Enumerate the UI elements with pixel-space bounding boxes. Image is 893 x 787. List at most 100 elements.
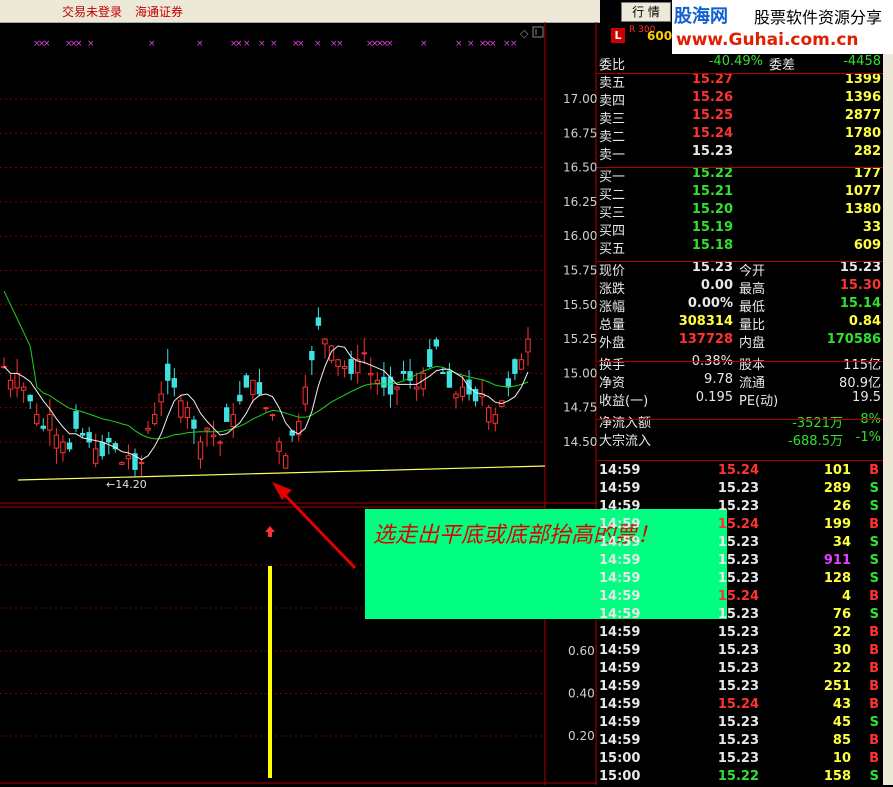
candle-body [165,363,171,381]
candle-body [361,352,367,355]
candle-body [125,455,132,460]
price-tick-label: 14.75 [563,401,597,415]
candle-body [191,419,197,429]
tick-price: 15.23 [717,679,759,694]
price-tick-label: 15.50 [563,298,597,312]
bid-row[interactable]: 买二 15.21 1077 [597,184,883,203]
candle-body [413,386,420,390]
tick-time: 14:59 [599,535,641,550]
tick-time: 14:59 [599,463,641,478]
signal-mark: × [43,39,51,49]
tick-side: S [869,715,879,730]
candle-body [433,339,440,347]
quote-button[interactable]: 行 情 [621,2,671,22]
tick-volume: 34 [832,535,851,550]
tick-time: 14:59 [599,643,641,658]
bid-row[interactable]: 买四 15.19 33 [597,220,883,239]
tick-price: 15.23 [717,751,759,766]
candle-body [53,434,60,449]
tick-row: 14:59 15.23 26 S [597,499,883,517]
tick-list[interactable]: 14:59 15.24 101 B 14:59 15.23 289 S 14:5… [597,463,883,787]
bid-volume: 1077 [844,184,881,199]
stat-label: 量比 [739,318,766,333]
quote-panel: 委比 -40.49% 委差 -4458 卖五 15.27 1399 卖四 15.… [597,54,883,449]
candle-body [197,441,204,460]
flow-label: 大宗流入 [599,434,652,449]
tick-price: 15.23 [717,499,759,514]
tick-volume: 43 [832,697,851,712]
bid-row[interactable]: 买一 15.22 177 [597,166,883,185]
candle-body [328,345,335,361]
tick-volume: 158 [823,769,851,784]
stat-value: 0.84 [848,314,881,329]
candle-body [525,338,531,353]
stat-label: 内盘 [739,336,766,351]
bid-row[interactable]: 买五 15.18 609 [597,238,883,257]
signal-mark: × [489,39,497,49]
bid-price: 15.19 [691,220,733,235]
signal-mark: × [258,39,266,49]
candle-body [243,375,250,388]
price-tick-label: 16.50 [563,161,597,175]
tick-time: 14:59 [599,733,641,748]
tick-time: 14:59 [599,553,641,568]
price-tick-label: 16.00 [563,229,597,243]
ask-row[interactable]: 卖二 15.24 1780 [597,126,883,145]
stock-code[interactable]: 600 [647,29,672,43]
candle-body [269,414,276,417]
candle-body [224,407,230,422]
bid-price: 15.21 [691,184,733,199]
stat-row: 总量 308314 量比 0.84 [597,314,883,333]
candle-body [66,442,73,450]
ask-row[interactable]: 卖三 15.25 2877 [597,108,883,127]
tick-side: B [869,697,879,712]
stat-row: 外盘 137728 内盘 170586 [597,332,883,351]
stat-label: 外盘 [599,336,626,351]
kline-chart[interactable]: ◇ ××× ××× × × × ×× × × × ×× × ×× ××××× × × × ××× × × 17.00… [0,22,597,785]
stat-value: 19.5 [852,390,881,405]
right-toolbar[interactable] [883,54,893,785]
ratio-value: -40.49% [708,54,763,69]
candle-body [322,338,328,345]
tick-row: 14:59 15.24 4 B [597,589,883,607]
stat-label: 总量 [599,318,626,333]
diff-value: -4458 [843,54,881,69]
flow-pct: -1% [855,430,881,445]
tick-side: S [869,535,879,550]
ask-volume: 1780 [844,126,881,141]
tick-row: 14:59 15.23 22 B [597,661,883,679]
tick-row: 14:59 15.24 101 B [597,463,883,481]
tick-time: 14:59 [599,589,641,604]
candle-body [512,359,518,374]
flow-label: 净流入额 [599,416,652,431]
broker-link[interactable]: 海通证券 [135,3,183,20]
ask-row[interactable]: 卖一 15.23 282 [597,144,883,163]
tick-side: S [869,499,879,514]
tick-volume: 85 [832,733,851,748]
bid-row[interactable]: 买三 15.20 1380 [597,202,883,221]
candle-body [282,455,289,469]
tick-volume: 128 [823,571,851,586]
tick-side: B [869,733,879,748]
low-price-label: ←14.20 [106,478,147,491]
signal-mark: × [420,39,428,49]
ask-row[interactable]: 卖四 15.26 1396 [597,90,883,109]
ask-row[interactable]: 卖五 15.27 1399 [597,72,883,91]
trade-login-link[interactable]: 交易未登录 [62,3,122,20]
divider [597,419,883,420]
stat-row: 净资 9.78 流通 80.9亿 [597,372,883,391]
tick-volume: 30 [832,643,851,658]
candle-body [256,382,263,395]
tick-price: 15.23 [717,553,759,568]
tick-price: 15.23 [717,481,759,496]
indicator-tick-label: 0.60 [568,644,595,658]
signal-mark: × [336,39,344,49]
tick-volume: 289 [823,481,851,496]
stat-label: 今开 [739,264,766,279]
tick-volume: 76 [832,607,851,622]
diff-label: 委差 [769,58,796,73]
candle-body [217,441,223,444]
logo-desc: 股票软件资源分享 [754,8,883,27]
candle-body [427,349,433,368]
candle-body [73,411,79,429]
